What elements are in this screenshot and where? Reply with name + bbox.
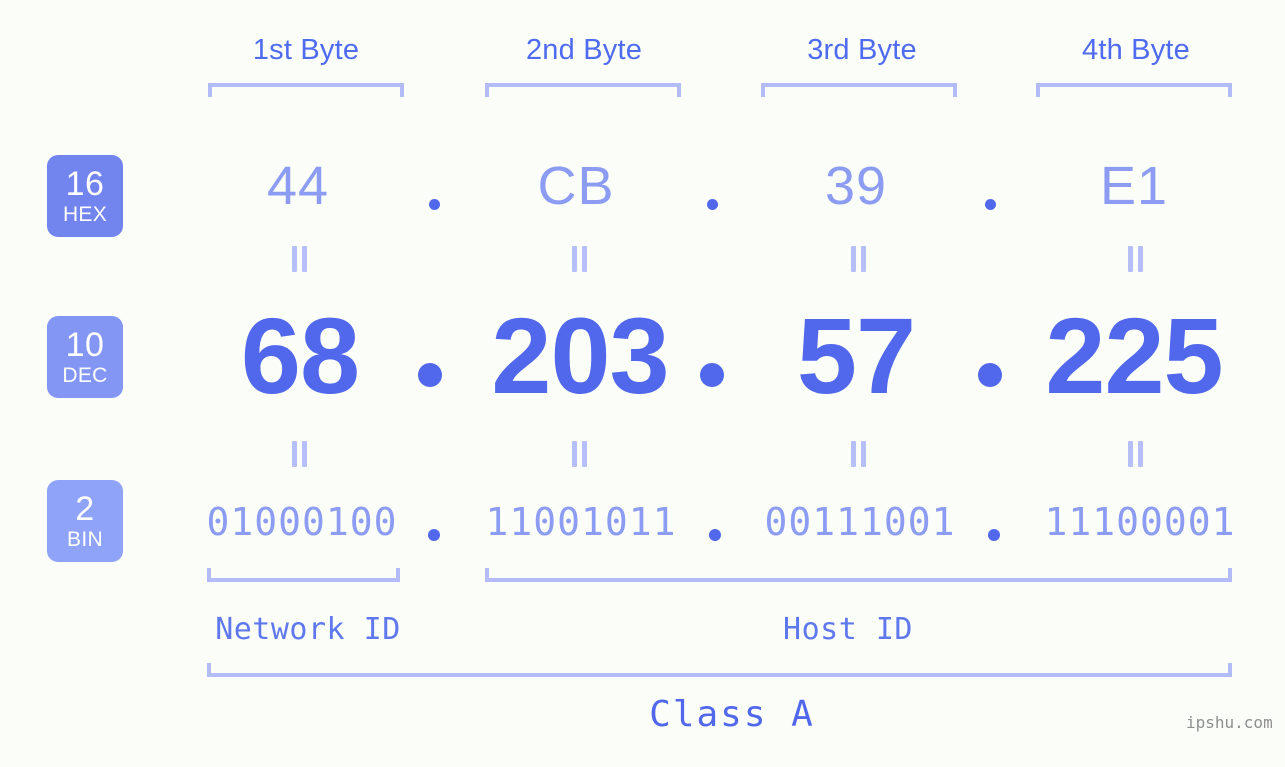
dec-byte-3: 57 xyxy=(796,295,916,416)
hex-separator-dot-3 xyxy=(985,199,996,210)
byte-header-3: 3rd Byte xyxy=(807,34,917,66)
equals-mark-hex-dec-2 xyxy=(570,246,590,272)
equals-mark-dec-bin-2 xyxy=(570,441,590,467)
equals-mark-dec-bin-3 xyxy=(849,441,869,467)
hex-separator-dot-2 xyxy=(707,199,718,210)
class-bracket xyxy=(207,663,1232,677)
byte-bracket-top-3 xyxy=(761,83,957,97)
host-id-bracket xyxy=(485,568,1232,582)
bin-byte-2: 11001011 xyxy=(485,500,677,544)
bin-byte-3: 00111001 xyxy=(764,500,956,544)
byte-bracket-top-2 xyxy=(485,83,681,97)
dec-byte-1: 68 xyxy=(240,295,360,416)
base-badge-bin-name: BIN xyxy=(67,528,103,551)
equals-mark-hex-dec-3 xyxy=(849,246,869,272)
equals-mark-hex-dec-1 xyxy=(290,246,310,272)
base-badge-bin-number: 2 xyxy=(75,490,95,528)
ip-breakdown-diagram: 1st Byte 2nd Byte 3rd Byte 4th Byte 16 H… xyxy=(0,0,1285,767)
base-badge-hex: 16 HEX xyxy=(47,155,123,237)
dec-byte-4: 225 xyxy=(1045,295,1223,416)
equals-mark-dec-bin-1 xyxy=(290,441,310,467)
byte-bracket-top-1 xyxy=(208,83,404,97)
base-badge-bin: 2 BIN xyxy=(47,480,123,562)
bin-separator-dot-1 xyxy=(428,529,440,541)
hex-byte-2: CB xyxy=(537,156,615,216)
byte-header-1: 1st Byte xyxy=(252,34,360,66)
hex-byte-4: E1 xyxy=(1099,156,1169,216)
base-badge-dec: 10 DEC xyxy=(47,316,123,398)
hex-byte-1: 44 xyxy=(266,156,330,216)
byte-header-4: 4th Byte xyxy=(1082,34,1190,66)
equals-mark-dec-bin-4 xyxy=(1126,441,1146,467)
bin-separator-dot-3 xyxy=(988,529,1000,541)
base-badge-dec-name: DEC xyxy=(62,364,108,387)
site-watermark: ipshu.com xyxy=(1186,713,1273,732)
hex-byte-3: 39 xyxy=(824,156,888,216)
byte-bracket-top-4 xyxy=(1036,83,1232,97)
dec-separator-dot-2 xyxy=(700,363,724,387)
bin-byte-1: 01000100 xyxy=(206,500,398,544)
byte-header-2: 2nd Byte xyxy=(525,34,643,66)
class-label: Class A xyxy=(649,694,815,735)
base-badge-hex-number: 16 xyxy=(65,165,105,203)
hex-separator-dot-1 xyxy=(429,199,440,210)
equals-mark-hex-dec-4 xyxy=(1126,246,1146,272)
base-badge-dec-number: 10 xyxy=(65,326,105,364)
bin-byte-4: 11100001 xyxy=(1044,500,1236,544)
dec-separator-dot-3 xyxy=(978,363,1002,387)
host-id-label: Host ID xyxy=(783,612,913,647)
base-badge-hex-name: HEX xyxy=(62,203,108,226)
network-id-label: Network ID xyxy=(215,612,401,647)
dec-separator-dot-1 xyxy=(418,363,442,387)
dec-byte-2: 203 xyxy=(491,295,669,416)
network-id-bracket xyxy=(207,568,400,582)
bin-separator-dot-2 xyxy=(709,529,721,541)
